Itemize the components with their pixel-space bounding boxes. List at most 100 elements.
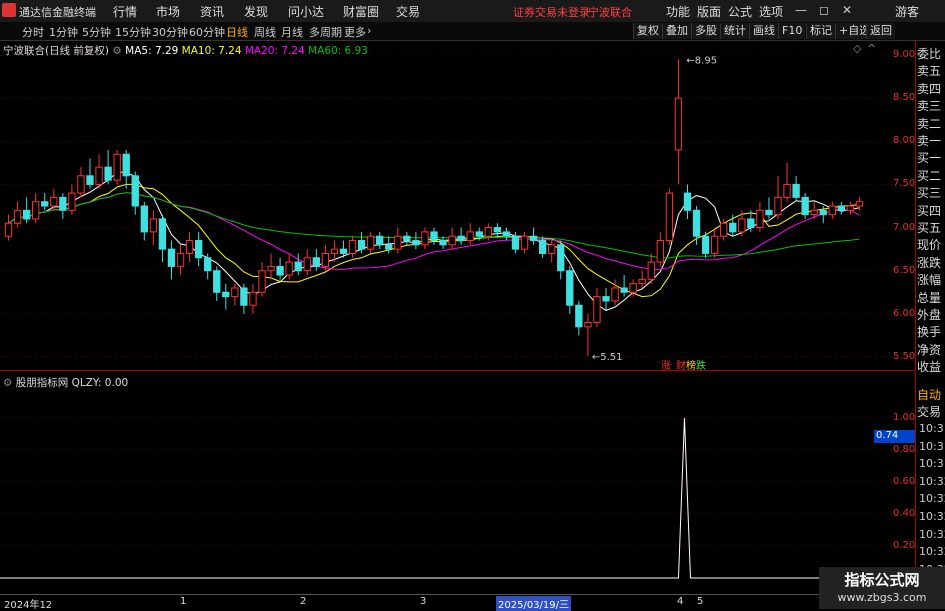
toolbar-multi[interactable]: 多股 [691,23,720,39]
candle-body [285,261,293,276]
period-1min[interactable]: 1分钟 [49,24,78,40]
candle-body [855,201,864,207]
watermark: 指标公式网 www.zbgs3.com [819,567,945,609]
quote-field-label: 委比 [917,47,942,61]
limit-down-badge[interactable]: 跌 [696,359,706,370]
menu-layout[interactable]: 版面 [697,3,721,20]
candle-body [792,183,800,198]
menu-formula[interactable]: 公式 [728,3,752,20]
indicator-chart[interactable] [0,388,915,593]
price-axis-label: 8.00 [893,135,916,147]
limit-up-badge[interactable]: 涨 [661,360,671,370]
candle-body [602,296,610,302]
candle-body [339,248,348,254]
toolbar-draw[interactable]: 画线 [749,23,778,39]
candle-body [249,291,257,306]
tab-trade[interactable]: 交易 [917,403,945,420]
minimize-icon[interactable]: — [795,3,807,17]
toolbar-mark[interactable]: 标记 [806,23,835,39]
candle-body [475,231,483,237]
toolbar-f10[interactable]: F10 [778,23,806,39]
collapse-icon[interactable]: ^ [867,42,876,55]
candle-body [765,209,773,216]
candle-body [783,183,791,198]
menu-market[interactable]: 市场 [156,3,180,20]
candle-body [267,265,275,272]
candle-body [774,196,782,216]
candle-body [448,235,456,246]
indicator-axis-label: 0.80 [893,444,916,455]
period-monthly[interactable]: 月线 [281,24,303,40]
toolbar-back[interactable]: 返回 [866,23,895,39]
toolbar-overlay[interactable]: 叠加 [662,23,691,39]
menu-discover[interactable]: 发现 [244,3,268,20]
menu-wealth-circle[interactable]: 财富圈 [343,3,379,20]
expand-icon[interactable]: ◇ [853,42,861,55]
candle-body [95,166,103,185]
close-icon[interactable]: ✕ [842,3,852,17]
period-60min[interactable]: 60分钟 [189,24,225,40]
guest-login[interactable]: 游客 [895,3,919,20]
candle-body [656,240,664,263]
candle-body [385,244,393,250]
candle-body [113,153,121,181]
candle-body [258,270,266,293]
period-tick[interactable]: 分时 [22,24,44,40]
toolbar-stats[interactable]: 统计 [720,23,749,39]
candle-body [593,296,601,323]
candle-body [810,209,818,216]
quote-field-label: 买五 [917,221,942,235]
candle-body [86,175,94,185]
high-price-label: ←8.95 [686,55,717,66]
candle-body [430,231,438,242]
quote-field-label: 净资 [917,342,942,357]
period-multi[interactable]: 多周期 [309,24,342,40]
candle-body [104,166,112,181]
candle-body [529,235,538,242]
menu-trade[interactable]: 交易 [396,3,420,20]
candle-body [222,291,230,298]
indicator-axis-label: 0.20 [893,540,916,551]
candle-body [466,231,474,242]
candle-body [828,205,836,216]
price-chart[interactable]: ←8.95 ←5.51 涨财榜跌 [0,55,915,370]
quote-field-label: 现价 [917,238,942,253]
trade-time: 10:32 [919,492,945,506]
period-30min[interactable]: 30分钟 [152,24,188,40]
price-axis-label: 6.50 [893,264,916,276]
candle-body [674,97,683,151]
indicator-axis-label: 0.60 [893,476,916,487]
indicator-current-value: 0.74 [874,430,916,443]
period-more[interactable]: 更多 [344,24,366,40]
candle-body [303,257,311,272]
menu-news[interactable]: 资讯 [200,3,224,20]
quote-field-label: 买三 [917,186,942,201]
candle-body [77,175,85,194]
candle-body [213,270,221,293]
period-15min[interactable]: 15分钟 [115,24,151,40]
finance-badge[interactable]: 财 [676,359,686,370]
candle-body [729,222,737,233]
login-status[interactable]: 证券交易未登录 [513,4,590,20]
period-5min[interactable]: 5分钟 [82,24,111,40]
candle-body [366,235,375,250]
candle-body [357,240,366,250]
candle-body [421,231,429,246]
candle-body [710,235,719,254]
menu-ask-xiaoda[interactable]: 问小达 [288,3,324,20]
candle-body [131,175,139,207]
period-weekly[interactable]: 周线 [254,24,276,40]
tab-auto[interactable]: 自动 [917,386,945,403]
candle-body [240,287,248,306]
menu-options[interactable]: 选项 [759,3,783,20]
chevron-right-icon[interactable]: › [367,24,371,37]
menu-quotes[interactable]: 行情 [113,3,137,20]
candle-body [457,235,465,242]
toolbar-adjust[interactable]: 复权 [633,23,662,39]
ranking-badge[interactable]: 榜 [686,359,696,370]
menu-function[interactable]: 功能 [666,3,690,20]
restore-icon[interactable]: ◻ [819,3,829,17]
candle-body [348,240,357,254]
candle-body [41,201,49,207]
period-daily[interactable]: 日线 [226,24,248,40]
